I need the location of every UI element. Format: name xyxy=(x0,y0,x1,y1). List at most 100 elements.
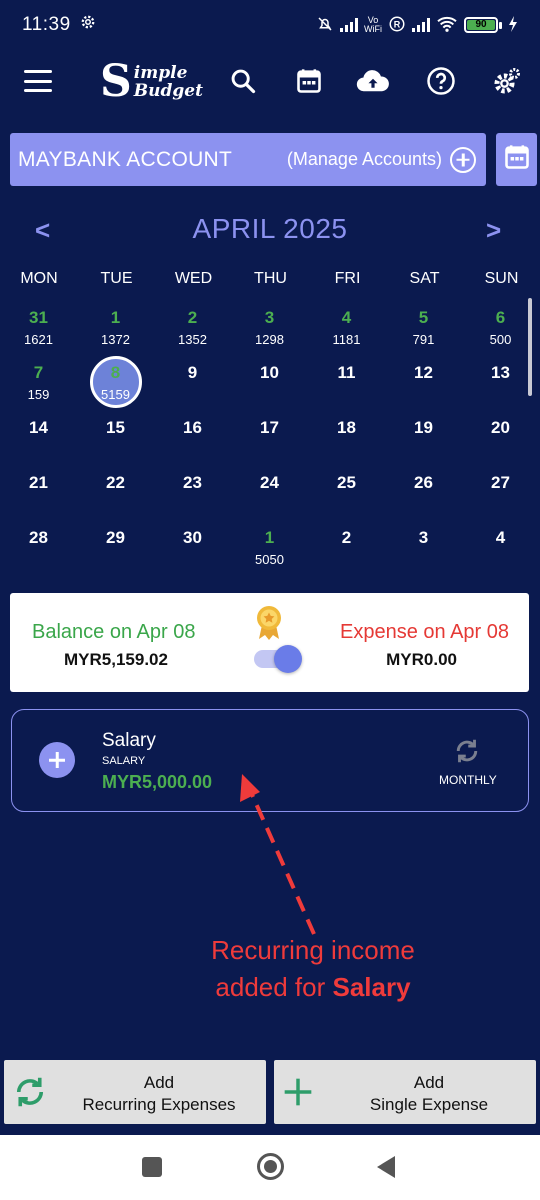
calendar-scrollbar[interactable] xyxy=(528,298,532,396)
month-title: APRIL 2025 xyxy=(192,213,348,244)
calendar-day[interactable]: 24 xyxy=(231,465,308,520)
calendar-day[interactable]: 14 xyxy=(0,410,77,465)
date-picker-button[interactable] xyxy=(496,133,537,186)
calendar-day[interactable]: 23 xyxy=(154,465,231,520)
single-button-line-1: Add xyxy=(413,1073,445,1092)
day-number: 22 xyxy=(106,473,125,492)
day-number: 14 xyxy=(29,418,48,437)
calendar-day[interactable]: 25 xyxy=(308,465,385,520)
calendar-day[interactable]: 27 xyxy=(462,465,539,520)
day-balance: 5159 xyxy=(101,387,130,402)
calendar-day[interactable]: 5 791 xyxy=(385,300,462,355)
recurring-add-icon xyxy=(12,1074,48,1115)
home-icon[interactable] xyxy=(257,1153,284,1180)
calendar-day[interactable]: 29 xyxy=(77,520,154,575)
menu-button[interactable] xyxy=(24,70,52,92)
day-number: 3 xyxy=(418,528,429,547)
add-single-expense-button[interactable]: Add Single Expense xyxy=(274,1060,536,1124)
cloud-backup-button[interactable] xyxy=(356,66,390,100)
annotation-prefix: added for xyxy=(215,972,333,1002)
calendar-day[interactable]: 22 xyxy=(77,465,154,520)
calendar-day[interactable]: 26 xyxy=(385,465,462,520)
weekday-label: WED xyxy=(174,270,213,287)
app-logo: S imple Budget xyxy=(100,60,203,104)
recurring-item-frequency: MONTHLY xyxy=(439,773,497,787)
account-selector[interactable]: MAYBANK ACCOUNT (Manage Accounts) xyxy=(10,133,486,186)
annotation-line-1: Recurring income xyxy=(211,935,415,965)
day-number: 28 xyxy=(29,528,48,547)
recents-icon[interactable] xyxy=(142,1157,162,1177)
calendar-week-row: 21 22 23 24 25 26 27 xyxy=(0,465,540,520)
battery-icon: 90 xyxy=(464,17,502,33)
annotation-arrow-icon xyxy=(230,768,330,943)
calendar-day[interactable]: 12 xyxy=(385,355,462,410)
search-button[interactable] xyxy=(226,66,260,100)
logo-initial: S xyxy=(100,56,132,107)
calendar-day[interactable]: 2 1352 xyxy=(154,300,231,355)
system-nav-bar xyxy=(0,1135,540,1200)
balance-label: Balance on Apr 08 xyxy=(32,621,196,643)
day-balance: 1181 xyxy=(332,332,361,347)
day-number: 30 xyxy=(183,528,202,547)
calendar-day[interactable]: 18 xyxy=(308,410,385,465)
recurring-button-line-1: Add xyxy=(143,1073,175,1092)
recurring-item-category: SALARY xyxy=(102,755,146,767)
day-number: 5 xyxy=(418,308,429,327)
back-icon[interactable] xyxy=(377,1156,395,1178)
calendar-view-button[interactable] xyxy=(292,66,326,100)
calendar-day[interactable]: 15 xyxy=(77,410,154,465)
calendar-day[interactable]: 4 xyxy=(462,520,539,575)
calendar-day[interactable]: 9 xyxy=(154,355,231,410)
calendar-day[interactable]: 4 1181 xyxy=(308,300,385,355)
day-number: 11 xyxy=(337,363,356,382)
calendar-day[interactable]: 3 xyxy=(385,520,462,575)
day-number: 7 xyxy=(33,363,44,382)
calendar-day[interactable]: 31 1621 xyxy=(0,300,77,355)
calendar-day-selected[interactable]: 8 5159 xyxy=(77,355,154,410)
day-number: 8 xyxy=(110,363,121,382)
day-number: 1 xyxy=(110,308,121,327)
day-balance: 791 xyxy=(412,332,435,347)
weekday-label: FRI xyxy=(334,270,361,287)
calendar-day[interactable]: 10 xyxy=(231,355,308,410)
manage-accounts-link[interactable]: (Manage Accounts) xyxy=(287,146,476,173)
calendar-day[interactable]: 30 xyxy=(154,520,231,575)
signal-icon xyxy=(340,18,358,32)
calendar-day[interactable]: 1 5050 xyxy=(231,520,308,575)
add-circle-icon xyxy=(450,146,476,173)
day-balance: 159 xyxy=(27,387,50,402)
balance-toggle[interactable] xyxy=(254,645,302,673)
next-month-button[interactable]: > xyxy=(486,215,501,246)
calendar-day[interactable]: 2 xyxy=(308,520,385,575)
calendar-day[interactable]: 17 xyxy=(231,410,308,465)
day-number: 16 xyxy=(183,418,202,437)
single-button-line-2: Single Expense xyxy=(369,1095,489,1114)
charging-icon xyxy=(508,15,518,35)
plus-icon xyxy=(282,1074,314,1115)
calendar-day[interactable]: 1 1372 xyxy=(77,300,154,355)
calendar-week-row: 14 15 16 17 18 19 20 xyxy=(0,410,540,465)
calendar-day[interactable]: 16 xyxy=(154,410,231,465)
add-recurring-expenses-button[interactable]: Add Recurring Expenses xyxy=(4,1060,266,1124)
calendar-day[interactable]: 21 xyxy=(0,465,77,520)
logo-word-budget: Budget xyxy=(133,81,203,101)
weekday-label: SUN xyxy=(484,270,519,287)
calendar-day[interactable]: 28 xyxy=(0,520,77,575)
day-number: 1 xyxy=(264,528,275,547)
day-number: 23 xyxy=(183,473,202,492)
settings-button[interactable] xyxy=(490,66,524,100)
calendar-day[interactable]: 7 159 xyxy=(0,355,77,410)
calendar-small-icon xyxy=(503,142,531,177)
calendar-day[interactable]: 20 xyxy=(462,410,539,465)
calendar-day[interactable]: 19 xyxy=(385,410,462,465)
calendar-day[interactable]: 3 1298 xyxy=(231,300,308,355)
help-button[interactable] xyxy=(424,66,458,100)
weekday-label: MON xyxy=(20,270,58,287)
day-number: 10 xyxy=(260,363,279,382)
recurring-icon xyxy=(452,736,482,771)
daily-summary-card: Balance on Apr 08 MYR5,159.02 Expense on… xyxy=(10,593,529,692)
day-balance: 1372 xyxy=(101,332,130,347)
calendar-day[interactable]: 11 xyxy=(308,355,385,410)
help-icon xyxy=(426,66,456,101)
recurring-button-line-2: Recurring Expenses xyxy=(82,1095,236,1114)
